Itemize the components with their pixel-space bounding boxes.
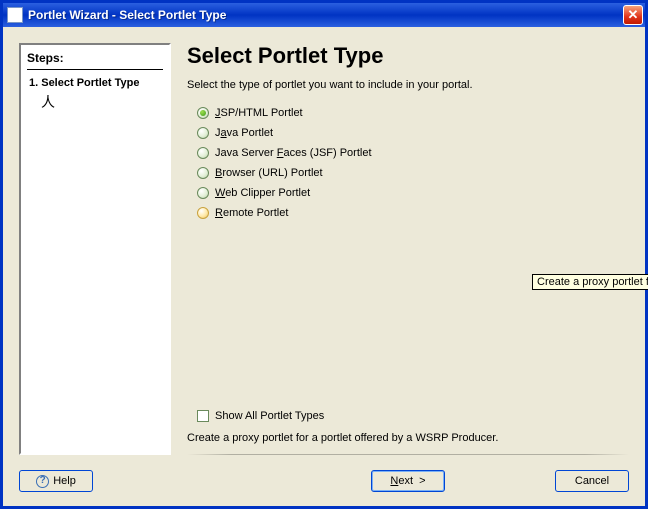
show-all-row[interactable]: Show All Portlet Types	[187, 410, 629, 422]
portlet-option-jsp[interactable]: JSP/HTML Portlet	[197, 107, 629, 119]
show-all-checkbox[interactable]	[197, 410, 209, 422]
titlebar: Portlet Wizard - Select Portlet Type ✕	[3, 3, 645, 27]
radio-icon[interactable]	[197, 127, 209, 139]
content-area: Steps: 1. Select Portlet Type 人 Select P…	[3, 27, 645, 506]
cancel-button-label: Cancel	[575, 475, 609, 487]
help-button[interactable]: ? Help	[19, 470, 93, 492]
tooltip: Create a proxy portlet for a	[532, 274, 648, 290]
portlet-option-webclip[interactable]: Web Clipper Portlet	[197, 187, 629, 199]
radio-icon[interactable]	[197, 107, 209, 119]
steps-header: Steps:	[27, 49, 163, 69]
page-description: Select the type of portlet you want to i…	[187, 79, 629, 91]
window-title: Portlet Wizard - Select Portlet Type	[28, 8, 623, 22]
close-button[interactable]: ✕	[623, 5, 643, 25]
portlet-option-label: Web Clipper Portlet	[215, 187, 310, 199]
radio-icon[interactable]	[197, 147, 209, 159]
portlet-option-label: Java Portlet	[215, 127, 273, 139]
main-divider	[187, 454, 629, 455]
portlet-option-java[interactable]: Java Portlet	[197, 127, 629, 139]
help-button-label: Help	[53, 475, 76, 487]
steps-divider	[27, 69, 163, 70]
wizard-window: Portlet Wizard - Select Portlet Type ✕ S…	[0, 0, 648, 509]
portlet-option-label: Remote Portlet	[215, 207, 288, 219]
system-icon	[7, 7, 23, 23]
portlet-type-options: JSP/HTML Portlet Java Portlet Java Server …	[187, 107, 629, 219]
help-icon: ?	[36, 475, 49, 488]
radio-icon[interactable]	[197, 207, 209, 219]
page-title: Select Portlet Type	[187, 43, 629, 69]
radio-icon[interactable]	[197, 167, 209, 179]
portlet-option-jsf[interactable]: Java Server Faces (JSF) Portlet	[197, 147, 629, 159]
next-button-label: Next >	[390, 475, 425, 487]
status-text: Create a proxy portlet for a portlet off…	[187, 432, 629, 444]
button-bar: ? Help Next > Cancel	[19, 470, 629, 492]
portlet-option-label: JSP/HTML Portlet	[215, 107, 303, 119]
portlet-option-browser[interactable]: Browser (URL) Portlet	[197, 167, 629, 179]
next-button[interactable]: Next >	[371, 470, 445, 492]
show-all-label: Show All Portlet Types	[215, 410, 324, 422]
steps-panel: Steps: 1. Select Portlet Type 人	[19, 43, 171, 455]
portlet-option-label: Java Server Faces (JSF) Portlet	[215, 147, 372, 159]
step-item: 1. Select Portlet Type	[27, 76, 163, 95]
radio-icon[interactable]	[197, 187, 209, 199]
cancel-button[interactable]: Cancel	[555, 470, 629, 492]
portlet-option-remote[interactable]: Remote Portlet	[197, 207, 629, 219]
step-tree-icon: 人	[27, 95, 163, 109]
portlet-option-label: Browser (URL) Portlet	[215, 167, 323, 179]
main-panel: Select Portlet Type Select the type of p…	[187, 43, 629, 455]
